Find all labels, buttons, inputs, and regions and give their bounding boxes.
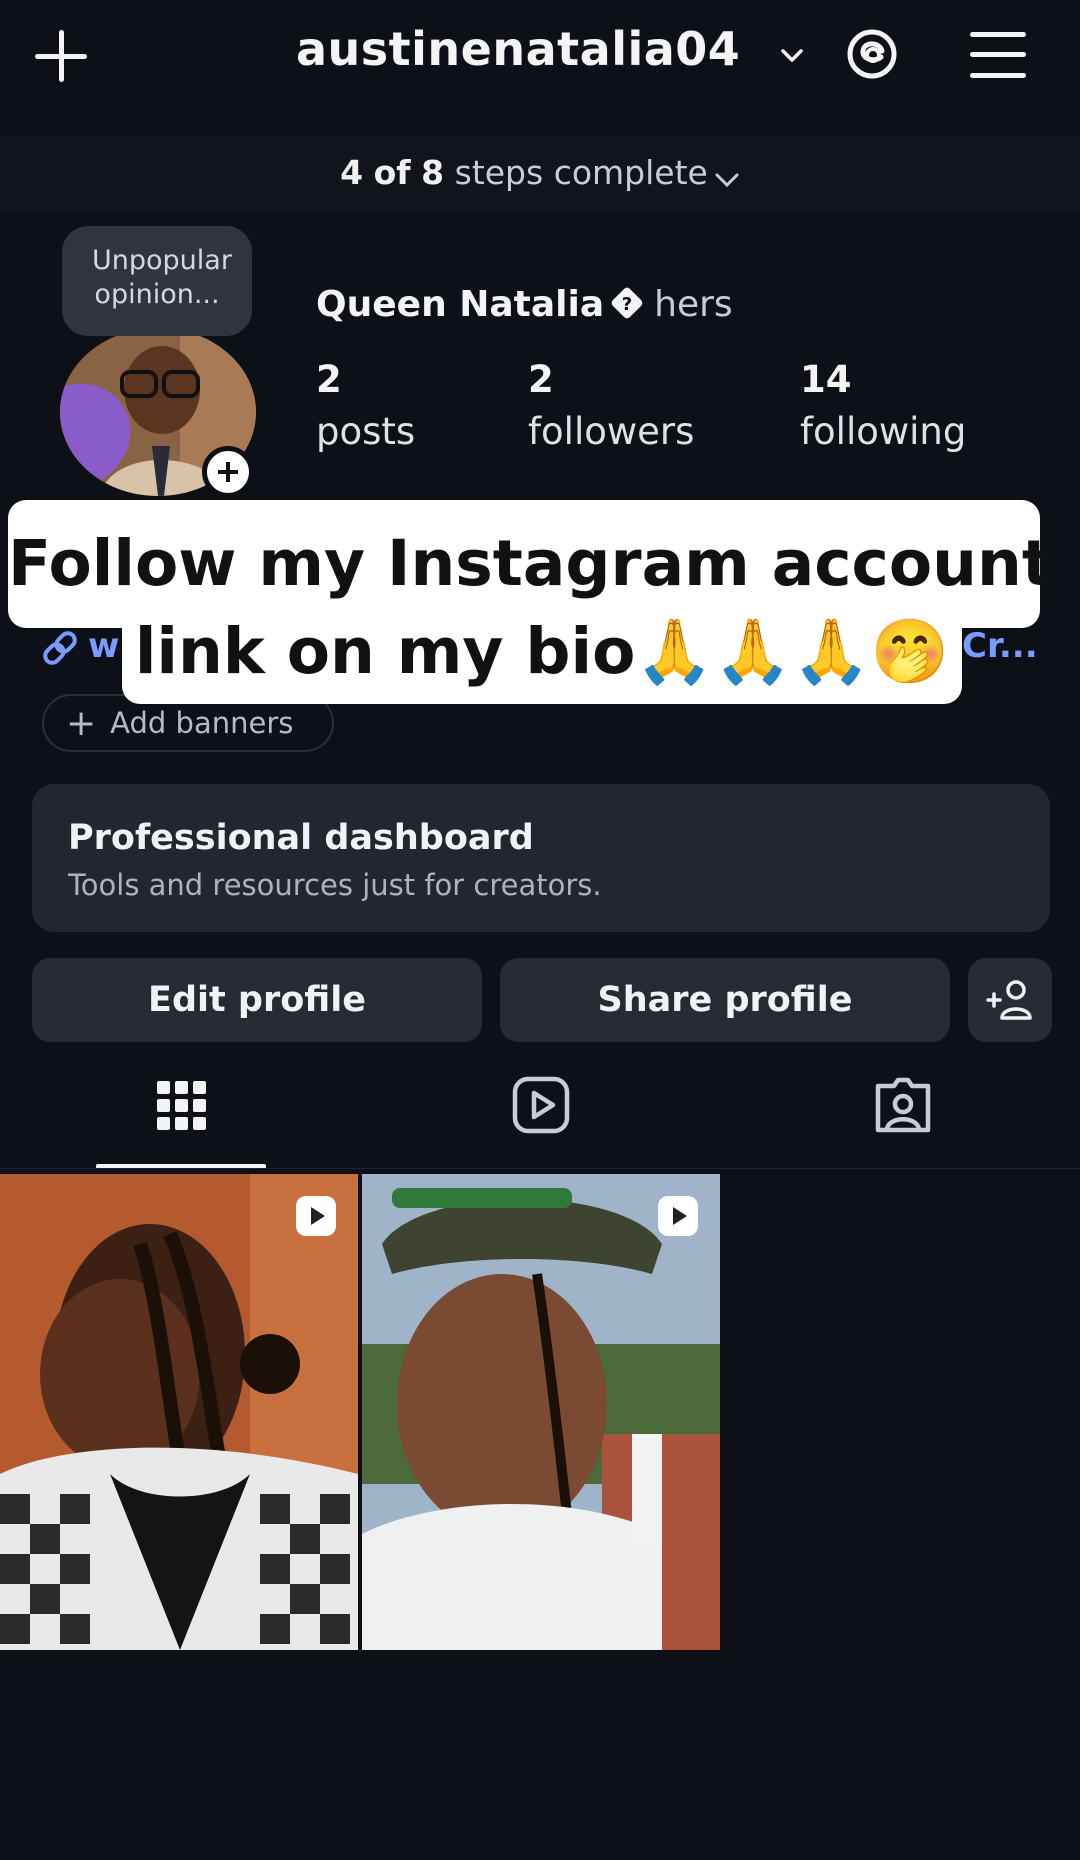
account-switch-chevron-icon[interactable] xyxy=(778,42,806,70)
grid-icon[interactable] xyxy=(150,1074,212,1136)
caption-line-2: link on my bio🙏🙏🙏🤭 xyxy=(122,600,962,704)
followers-count: 2 xyxy=(528,358,554,401)
pronouns: hers xyxy=(654,284,733,325)
bio-link-text-left[interactable]: w xyxy=(88,626,119,666)
posts-label: posts xyxy=(316,410,416,453)
post-thumbnail[interactable] xyxy=(0,1174,358,1650)
profile-screen: austinenatalia04 4 of 8 steps complete U… xyxy=(0,0,1080,1860)
edit-profile-button[interactable]: Edit profile xyxy=(32,958,482,1042)
add-banners-label: Add banners xyxy=(110,706,294,740)
account-username[interactable]: austinenatalia04 xyxy=(296,22,740,76)
following-stat[interactable]: 14 following xyxy=(800,354,966,458)
post-photo xyxy=(362,1174,720,1650)
reels-icon[interactable] xyxy=(510,1074,572,1136)
plus-icon: + xyxy=(66,703,97,744)
professional-dashboard-card[interactable]: Professional dashboard Tools and resourc… xyxy=(32,784,1050,932)
discover-people-button[interactable] xyxy=(968,958,1052,1042)
create-plus-icon[interactable] xyxy=(30,24,94,88)
add-user-icon xyxy=(986,980,1032,1020)
followers-stat[interactable]: 2 followers xyxy=(528,354,694,458)
professional-dashboard-title: Professional dashboard xyxy=(68,818,534,858)
posts-count: 2 xyxy=(316,358,342,401)
share-profile-button[interactable]: Share profile xyxy=(500,958,950,1042)
display-name: Queen Natalia xyxy=(316,284,605,325)
steps-progress-text: 4 of 8 steps complete xyxy=(340,153,708,192)
svg-text:?: ? xyxy=(622,294,632,315)
tagged-icon[interactable] xyxy=(872,1074,934,1136)
profile-note-text: Unpopular opinion... xyxy=(92,245,232,310)
top-bar: austinenatalia04 xyxy=(0,0,1080,120)
professional-dashboard-subtitle: Tools and resources just for creators. xyxy=(68,868,602,902)
following-label: following xyxy=(800,410,967,453)
display-name-row: Queen Natalia? hers xyxy=(316,284,733,325)
posts-stat[interactable]: 2 posts xyxy=(316,354,415,458)
threads-icon[interactable] xyxy=(842,24,902,84)
link-icon xyxy=(43,631,77,665)
bio-link-text-right[interactable]: Cr... xyxy=(962,626,1038,666)
following-count: 14 xyxy=(800,358,852,401)
profile-note-bubble[interactable]: Unpopular opinion... xyxy=(62,226,252,336)
reel-icon xyxy=(658,1196,698,1236)
steps-chevron-down-icon xyxy=(715,173,739,187)
tabs-divider xyxy=(0,1168,1080,1169)
add-story-plus-icon[interactable] xyxy=(202,446,254,498)
menu-icon[interactable] xyxy=(970,30,1026,80)
profile-steps-banner[interactable]: 4 of 8 steps complete xyxy=(0,135,1080,213)
post-photo xyxy=(0,1174,358,1650)
followers-label: followers xyxy=(528,410,695,453)
threads-badge-icon[interactable]: ? xyxy=(610,286,644,320)
reel-icon xyxy=(296,1196,336,1236)
post-thumbnail[interactable] xyxy=(362,1174,720,1650)
